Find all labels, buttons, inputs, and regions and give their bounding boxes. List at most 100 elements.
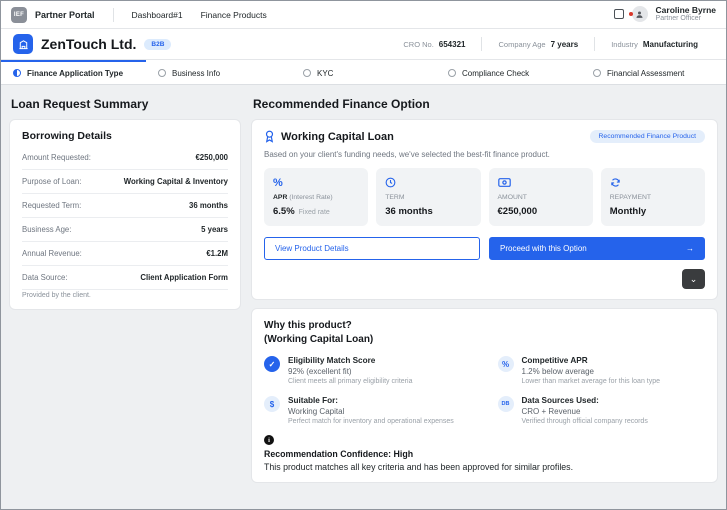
client-identity: ZenTouch Ltd. B2B [13,34,171,54]
tile-value: €250,000 [498,206,538,217]
why-item-title: Data Sources Used: [522,396,648,405]
tile-value: Monthly [610,206,646,217]
detail-row-business-age: Business Age: 5 years [22,218,228,242]
percent-circle-icon: % [498,356,514,372]
meta-value: 654321 [439,40,466,49]
why-item-title: Competitive APR [522,356,661,365]
company-name: ZenTouch Ltd. [41,36,136,52]
confidence-text: This product matches all key criteria an… [264,462,705,472]
card-title: Borrowing Details [22,130,228,142]
stat-tile-repayment: REPAYMENT Monthly [601,168,705,226]
proceed-button-label: Proceed with this Option [500,244,587,253]
step-kyc[interactable]: KYC [291,60,436,84]
top-bar: IEF Partner Portal Dashboard#1 Finance P… [1,1,726,29]
why-item-data-sources: DB Data Sources Used: CRO + Revenue Veri… [498,396,706,425]
database-circle-icon: DB [498,396,514,412]
loan-request-summary-panel: Loan Request Summary Borrowing Details A… [9,93,241,501]
empty-circle-icon [593,69,601,77]
tile-label-strong: APR [273,194,287,201]
b2b-badge: B2B [144,39,171,50]
client-header: ZenTouch Ltd. B2B CRO No. 654321 Company… [1,29,726,60]
why-item-title: Suitable For: [288,396,454,405]
meta-label: Industry [611,40,638,49]
detail-row-annual-revenue: Annual Revenue: €1.2M [22,242,228,266]
why-item-note: Lower than market average for this loan … [522,378,661,385]
ief-logo-icon: IEF [11,7,27,23]
scroll-down-button[interactable]: ⌄ [682,269,705,289]
row-label: Purpose of Loan: [22,177,81,186]
why-item-competitive-apr: % Competitive APR 1.2% below average Low… [498,356,706,385]
meta-value: Manufacturing [643,40,698,49]
chevron-down-icon: ⌄ [690,274,698,285]
row-label: Requested Term: [22,201,81,210]
why-item-note: Perfect match for inventory and operatio… [288,418,454,425]
user-role: Partner Officer [656,15,716,23]
why-item-eligibility: ✓ Eligibility Match Score 92% (excellent… [264,356,472,385]
confidence-footer: i Recommendation Confidence: High This p… [264,435,705,472]
tile-value: 36 months [385,206,433,217]
award-ribbon-icon [264,130,275,143]
left-panel-title: Loan Request Summary [11,97,241,111]
why-item-value: CRO + Revenue [522,407,648,416]
top-bar-left: IEF Partner Portal Dashboard#1 Finance P… [11,7,267,23]
why-item-note: Client meets all primary eligibility cri… [288,378,412,385]
empty-circle-icon [303,69,311,77]
meta-label: CRO No. [403,40,433,49]
layout-square-icon[interactable] [614,9,624,19]
step-label: KYC [317,69,333,78]
product-actions: View Product Details Proceed with this O… [264,237,705,260]
view-product-details-button[interactable]: View Product Details [264,237,480,260]
step-finance-application-type[interactable]: Finance Application Type [1,60,146,84]
product-description: Based on your client's funding needs, we… [264,150,705,159]
step-financial-assessment[interactable]: Financial Assessment [581,60,726,84]
app-window: IEF Partner Portal Dashboard#1 Finance P… [0,0,727,510]
building-icon [13,34,33,54]
half-filled-circle-icon [13,69,21,77]
meta-industry: Industry Manufacturing [595,40,714,49]
borrowing-details-card: Borrowing Details Amount Requested: €250… [9,119,241,310]
tile-label-light: (Interest Rate) [287,194,332,201]
product-card: Working Capital Loan Recommended Finance… [251,119,718,300]
user-name: Caroline Byrne [656,5,716,15]
footnote: Provided by the client. [22,292,228,299]
tile-label: TERM [385,194,471,201]
percent-icon: % [273,176,359,189]
info-icon: i [264,435,274,445]
clock-icon [385,176,471,189]
step-label: Finance Application Type [27,69,123,78]
meta-value: 7 years [551,40,579,49]
step-label: Business Info [172,69,220,78]
right-panel-title: Recommended Finance Option [253,97,718,111]
row-value: €1.2M [206,249,228,258]
proceed-button[interactable]: Proceed with this Option → [489,237,705,260]
row-label: Annual Revenue: [22,249,82,258]
nav-item-finance-products[interactable]: Finance Products [201,10,267,20]
nav-item-dashboard[interactable]: Dashboard#1 [132,10,183,20]
recommended-finance-panel: Recommended Finance Option Working Capit… [251,93,718,501]
product-card-header: Working Capital Loan Recommended Finance… [264,130,705,143]
row-label: Amount Requested: [22,153,91,162]
stat-tile-amount: AMOUNT €250,000 [489,168,593,226]
empty-circle-icon [448,69,456,77]
row-value: Client Application Form [140,273,228,282]
why-title-line2: (Working Capital Loan) [264,333,705,347]
why-item-title: Eligibility Match Score [288,356,412,365]
product-name: Working Capital Loan [281,131,394,143]
divider [113,8,114,22]
step-compliance-check[interactable]: Compliance Check [436,60,581,84]
client-meta: CRO No. 654321 Company Age 7 years Indus… [387,37,714,51]
meta-company-age: Company Age 7 years [482,40,594,49]
why-item-value: 1.2% below average [522,367,661,376]
avatar[interactable] [632,6,648,22]
stat-tile-apr: % APR (Interest Rate) 6.5%Fixed rate [264,168,368,226]
detail-row-purpose-of-loan: Purpose of Loan: Working Capital & Inven… [22,170,228,194]
refresh-icon [610,176,696,189]
confidence-title: Recommendation Confidence: High [264,449,705,459]
why-grid: ✓ Eligibility Match Score 92% (excellent… [264,356,705,425]
stat-tile-term: TERM 36 months [376,168,480,226]
step-business-info[interactable]: Business Info [146,60,291,84]
product-title-group: Working Capital Loan [264,130,394,143]
step-label: Financial Assessment [607,69,684,78]
stat-tiles: % APR (Interest Rate) 6.5%Fixed rate TER… [264,168,705,226]
arrow-right-icon: → [686,244,694,253]
